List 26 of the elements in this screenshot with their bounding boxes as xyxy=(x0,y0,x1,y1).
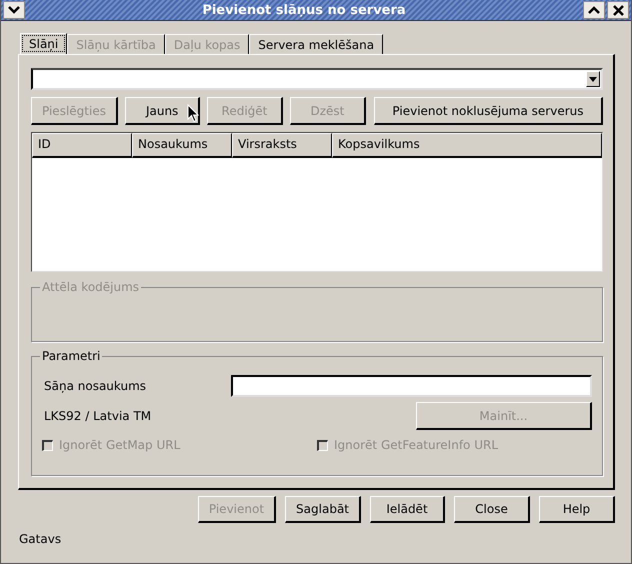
close-icon xyxy=(612,4,624,16)
dialog-button[interactable]: Ielādēt xyxy=(370,496,445,523)
dialog-button[interactable]: Help xyxy=(539,496,615,523)
layer-name-field[interactable] xyxy=(231,375,592,397)
dialog-button[interactable]: Saglabāt xyxy=(285,496,361,523)
chevron-up-icon xyxy=(588,6,600,14)
chevron-down-icon xyxy=(8,6,20,14)
column-header[interactable]: Kopsavilkums xyxy=(332,133,602,158)
crs-label: LKS92 / Latvia TM xyxy=(43,409,152,423)
server-dropdown[interactable] xyxy=(31,68,603,90)
window-title: Pievienot slāņus no servera xyxy=(201,2,407,18)
group-title: Attēla kodējums xyxy=(40,279,142,295)
field-label: Sāņa nosaukums xyxy=(43,379,146,393)
dialog-button[interactable]: Close xyxy=(454,496,530,523)
close-button[interactable] xyxy=(607,1,629,19)
mouse-pointer-icon xyxy=(187,104,199,123)
maximize-button[interactable] xyxy=(583,1,605,19)
tab[interactable]: Slāņi xyxy=(20,33,68,54)
server-button[interactable]: Jauns xyxy=(124,97,200,125)
tab[interactable]: Servera meklēšana xyxy=(249,34,384,54)
status-text: Gatavs xyxy=(18,532,62,546)
menu-button[interactable] xyxy=(3,1,25,19)
server-button[interactable]: Pievienot noklusējuma serverus xyxy=(374,97,603,125)
column-header[interactable]: Nosaukums xyxy=(132,133,232,158)
column-header[interactable]: Virsraksts xyxy=(232,133,332,158)
column-header[interactable]: ID xyxy=(32,133,132,158)
